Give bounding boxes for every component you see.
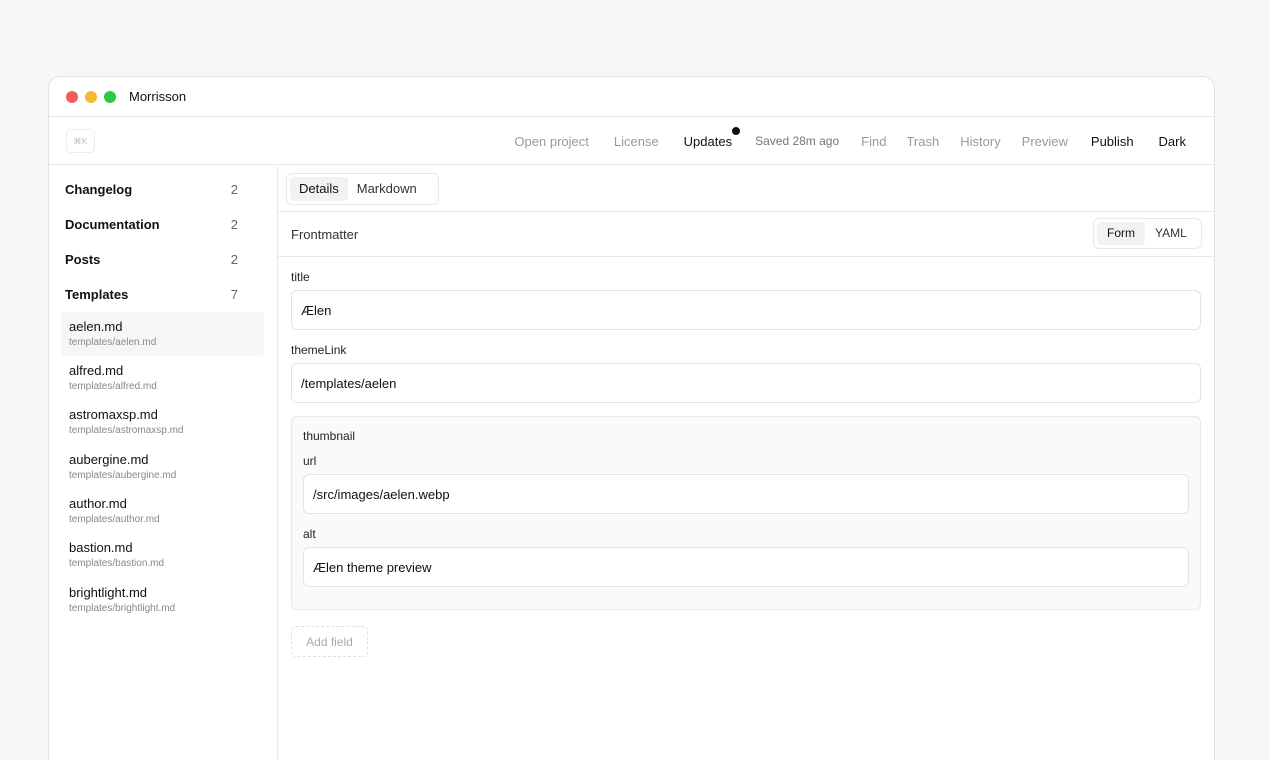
file-path: templates/alfred.md bbox=[69, 381, 157, 392]
divider bbox=[278, 256, 1214, 257]
file-path: templates/astromaxsp.md bbox=[69, 425, 184, 436]
file-name: author.md bbox=[69, 496, 127, 511]
sidebar: Changelog 2 Documentation 2 Posts 2 Temp… bbox=[49, 166, 278, 760]
file-name: aelen.md bbox=[69, 319, 123, 334]
theme-toggle[interactable]: Dark bbox=[1159, 134, 1186, 149]
collection-posts[interactable]: Posts 2 bbox=[65, 252, 238, 267]
collection-count: 7 bbox=[230, 287, 238, 302]
file-path: templates/brightlight.md bbox=[69, 603, 176, 614]
section-label: Frontmatter bbox=[291, 227, 359, 242]
collection-count: 2 bbox=[230, 182, 238, 197]
file-item[interactable]: bastion.md templates/bastion.md bbox=[61, 533, 264, 577]
file-name: aubergine.md bbox=[69, 452, 149, 467]
alt-field-label: alt bbox=[303, 527, 316, 541]
title-field[interactable]: Ælen bbox=[291, 290, 1201, 330]
file-item[interactable]: author.md templates/author.md bbox=[61, 489, 264, 533]
thumbnail-label: thumbnail bbox=[303, 429, 356, 443]
themelink-field-label: themeLink bbox=[291, 343, 347, 357]
url-field[interactable]: /src/images/aelen.webp bbox=[303, 474, 1189, 514]
collection-name: Templates bbox=[65, 287, 129, 302]
title-bar: Morrisson bbox=[49, 77, 1214, 117]
alt-field[interactable]: Ælen theme preview bbox=[303, 547, 1189, 587]
history-link[interactable]: History bbox=[960, 134, 1000, 149]
collection-name: Changelog bbox=[65, 182, 133, 197]
file-name: brightlight.md bbox=[69, 585, 148, 600]
collection-count: 2 bbox=[230, 252, 238, 267]
form-mode-button[interactable]: Form bbox=[1097, 222, 1145, 245]
updates-link[interactable]: Updates bbox=[683, 126, 741, 149]
minimize-window-button[interactable] bbox=[85, 90, 97, 103]
file-path: templates/aubergine.md bbox=[69, 470, 177, 481]
app-window: Morrisson ⌘K Open project License Update… bbox=[48, 76, 1215, 760]
file-path: templates/aelen.md bbox=[69, 337, 157, 348]
file-name: bastion.md bbox=[69, 540, 133, 555]
file-item[interactable]: aubergine.md templates/aubergine.md bbox=[61, 445, 264, 489]
collection-templates[interactable]: Templates 7 bbox=[65, 287, 238, 302]
file-item[interactable]: brightlight.md templates/brightlight.md bbox=[61, 578, 264, 622]
url-field-label: url bbox=[303, 454, 317, 468]
tab-details[interactable]: Details bbox=[290, 177, 348, 201]
file-path: templates/author.md bbox=[69, 514, 160, 525]
collection-changelog[interactable]: Changelog 2 bbox=[65, 182, 238, 197]
collection-count: 2 bbox=[230, 217, 238, 232]
close-window-button[interactable] bbox=[66, 90, 78, 103]
license-link[interactable]: License bbox=[614, 134, 659, 149]
open-project-link[interactable]: Open project bbox=[514, 134, 588, 149]
save-status: Saved 28m ago bbox=[755, 134, 840, 148]
command-palette-button[interactable]: ⌘K bbox=[66, 129, 95, 153]
mode-toggle: Form YAML bbox=[1093, 218, 1202, 249]
file-item[interactable]: alfred.md templates/alfred.md bbox=[61, 356, 264, 400]
editor-tabs: Details Markdown bbox=[286, 173, 439, 205]
tab-markdown[interactable]: Markdown bbox=[348, 177, 426, 201]
title-field-label: title bbox=[291, 270, 310, 284]
thumbnail-group: thumbnail url /src/images/aelen.webp alt… bbox=[291, 416, 1201, 610]
find-link[interactable]: Find bbox=[861, 134, 886, 149]
collection-documentation[interactable]: Documentation 2 bbox=[65, 217, 238, 232]
divider bbox=[278, 211, 1214, 212]
editor-panel: Details Markdown Frontmatter Form YAML t… bbox=[278, 166, 1214, 760]
add-field-button[interactable]: Add field bbox=[291, 626, 368, 657]
maximize-window-button[interactable] bbox=[104, 90, 116, 103]
preview-link[interactable]: Preview bbox=[1022, 134, 1068, 149]
trash-link[interactable]: Trash bbox=[906, 134, 939, 149]
collection-name: Documentation bbox=[65, 217, 160, 232]
file-name: alfred.md bbox=[69, 363, 124, 378]
updates-label: Updates bbox=[683, 133, 733, 149]
window-title: Morrisson bbox=[129, 89, 187, 104]
toolbar: ⌘K Open project License Updates Saved 28… bbox=[49, 117, 1214, 165]
top-nav: Open project License Updates Saved 28m a… bbox=[514, 117, 1214, 165]
file-path: templates/bastion.md bbox=[69, 558, 165, 569]
publish-button[interactable]: Publish bbox=[1091, 134, 1134, 149]
yaml-mode-button[interactable]: YAML bbox=[1145, 222, 1197, 245]
themelink-field[interactable]: /templates/aelen bbox=[291, 363, 1201, 403]
notification-dot-icon bbox=[732, 126, 741, 135]
file-name: astromaxsp.md bbox=[69, 407, 158, 422]
collection-name: Posts bbox=[65, 252, 101, 267]
file-item[interactable]: astromaxsp.md templates/astromaxsp.md bbox=[61, 400, 264, 444]
file-item[interactable]: aelen.md templates/aelen.md bbox=[61, 312, 264, 356]
